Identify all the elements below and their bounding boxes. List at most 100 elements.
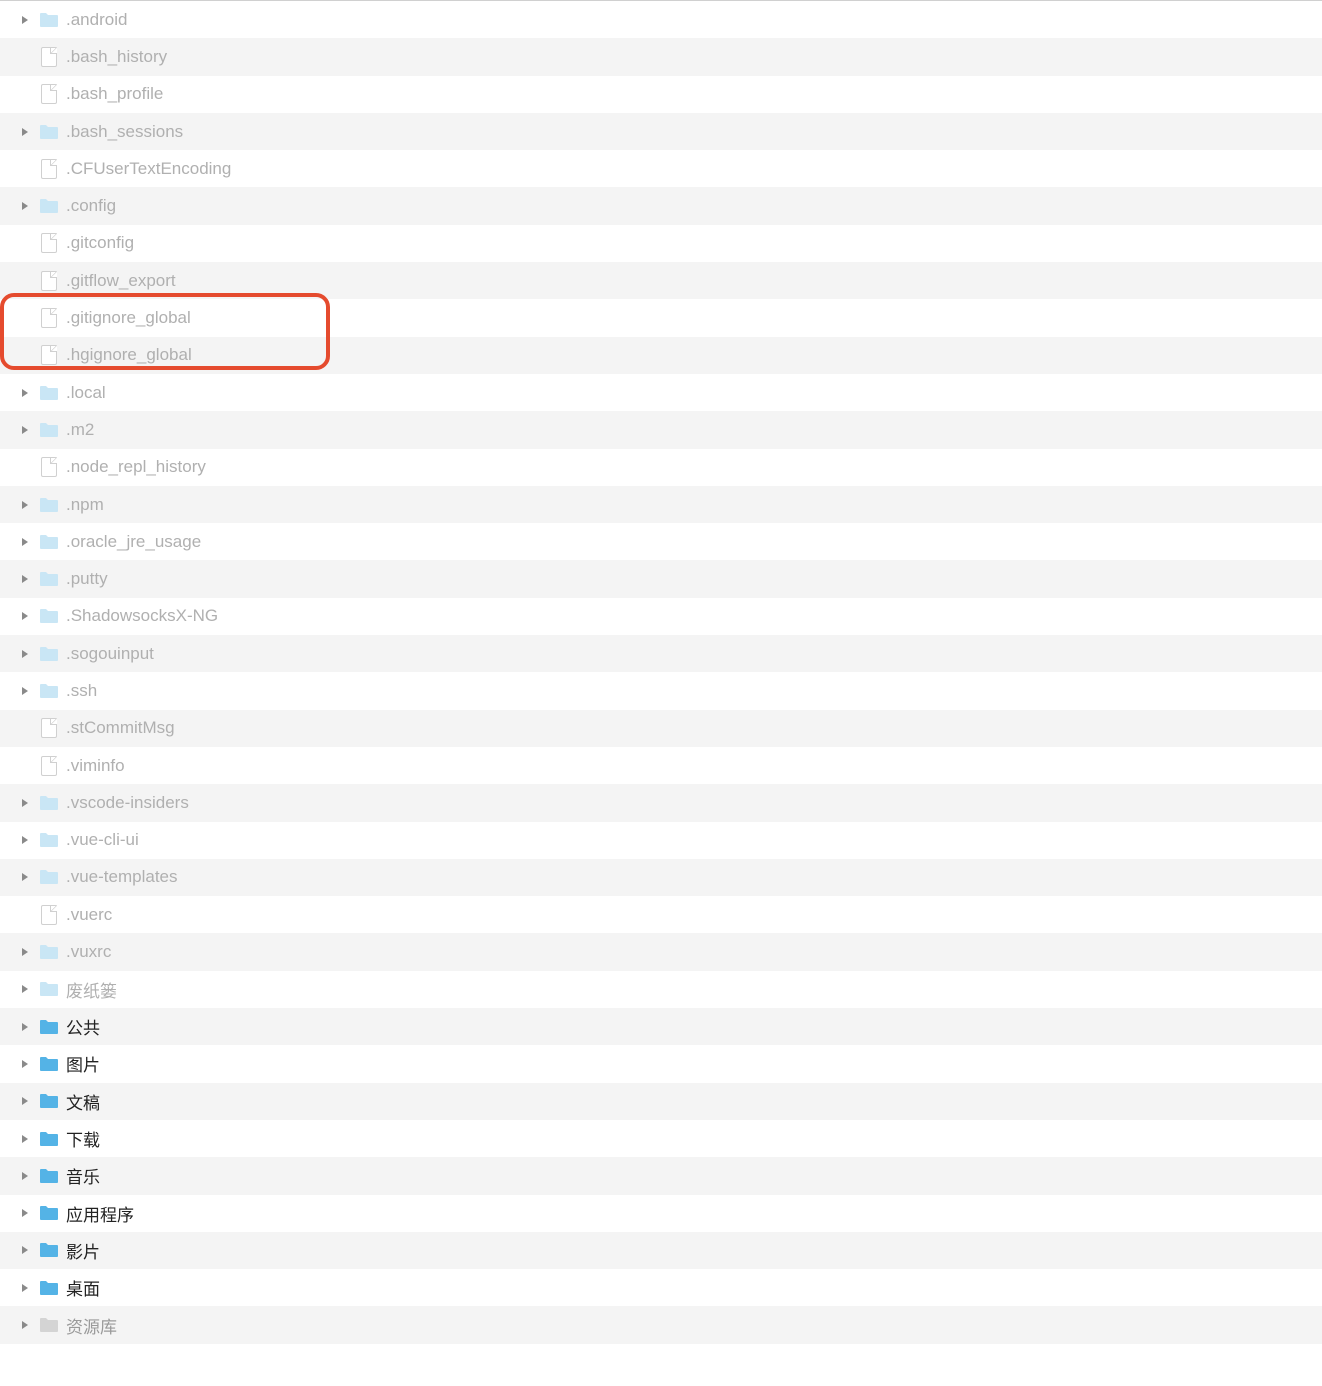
file-name-label: 音乐 [66, 1163, 100, 1188]
file-row[interactable]: .hgignore_global [0, 337, 1322, 374]
file-row[interactable]: 文稿 [0, 1083, 1322, 1120]
disclosure-triangle-icon[interactable] [18, 423, 31, 436]
file-name-label: .vuerc [66, 905, 112, 925]
folder-icon [38, 382, 60, 404]
file-row[interactable]: .putty [0, 560, 1322, 597]
file-row[interactable]: .local [0, 374, 1322, 411]
file-icon [38, 307, 60, 329]
file-name-label: 公共 [66, 1014, 100, 1039]
folder-icon [38, 1277, 60, 1299]
file-row[interactable]: .oracle_jre_usage [0, 523, 1322, 560]
disclosure-triangle-icon[interactable] [18, 125, 31, 138]
file-row[interactable]: .bash_history [0, 38, 1322, 75]
file-name-label: .config [66, 196, 116, 216]
file-row[interactable]: .node_repl_history [0, 449, 1322, 486]
file-icon [38, 904, 60, 926]
file-name-label: 文稿 [66, 1089, 100, 1114]
disclosure-triangle-icon[interactable] [18, 200, 31, 213]
file-row[interactable]: 图片 [0, 1045, 1322, 1082]
file-row[interactable]: .bash_sessions [0, 113, 1322, 150]
disclosure-triangle-icon[interactable] [18, 1244, 31, 1257]
disclosure-triangle-icon[interactable] [18, 1020, 31, 1033]
file-row[interactable]: .vue-templates [0, 859, 1322, 896]
file-icon [38, 83, 60, 105]
folder-icon [38, 419, 60, 441]
disclosure-triangle-icon[interactable] [18, 946, 31, 959]
file-row[interactable]: 影片 [0, 1232, 1322, 1269]
folder-icon [38, 1016, 60, 1038]
disclosure-triangle-icon[interactable] [18, 573, 31, 586]
disclosure-triangle-icon[interactable] [18, 13, 31, 26]
file-row[interactable]: .stCommitMsg [0, 710, 1322, 747]
folder-icon [38, 978, 60, 1000]
file-row[interactable]: 应用程序 [0, 1195, 1322, 1232]
file-row[interactable]: .vuxrc [0, 933, 1322, 970]
folder-icon [38, 1128, 60, 1150]
file-row[interactable]: 下载 [0, 1120, 1322, 1157]
finder-file-list: .android .bash_history.bash_profile.bash_… [0, 0, 1322, 1344]
disclosure-triangle-icon[interactable] [18, 1207, 31, 1220]
file-row[interactable]: .android [0, 1, 1322, 38]
file-row[interactable]: .bash_profile [0, 76, 1322, 113]
file-row[interactable]: 公共 [0, 1008, 1322, 1045]
disclosure-triangle-icon[interactable] [18, 1319, 31, 1332]
file-row[interactable]: .CFUserTextEncoding [0, 150, 1322, 187]
file-icon [38, 344, 60, 366]
disclosure-triangle-icon[interactable] [18, 684, 31, 697]
file-row[interactable]: 桌面 [0, 1269, 1322, 1306]
file-row[interactable]: .m2 [0, 411, 1322, 448]
file-name-label: 影片 [66, 1238, 100, 1263]
file-row[interactable]: .ssh [0, 672, 1322, 709]
disclosure-triangle-icon[interactable] [18, 1169, 31, 1182]
file-row[interactable]: .vuerc [0, 896, 1322, 933]
disclosure-triangle-icon[interactable] [18, 1095, 31, 1108]
file-icon [38, 232, 60, 254]
file-name-label: .ShadowsocksX-NG [66, 606, 218, 626]
file-name-label: 下载 [66, 1126, 100, 1151]
folder-icon [38, 605, 60, 627]
disclosure-triangle-icon[interactable] [18, 871, 31, 884]
file-name-label: .gitconfig [66, 233, 134, 253]
file-name-label: .viminfo [66, 756, 125, 776]
folder-icon [38, 1202, 60, 1224]
disclosure-triangle-icon[interactable] [18, 498, 31, 511]
file-name-label: .ssh [66, 681, 97, 701]
file-row[interactable]: .gitconfig [0, 225, 1322, 262]
folder-icon [38, 680, 60, 702]
file-row[interactable]: .viminfo [0, 747, 1322, 784]
file-row[interactable]: 资源库 [0, 1306, 1322, 1343]
file-name-label: .gitflow_export [66, 271, 176, 291]
file-row[interactable]: .sogouinput [0, 635, 1322, 672]
file-name-label: .vue-templates [66, 867, 178, 887]
folder-icon [38, 494, 60, 516]
disclosure-triangle-icon[interactable] [18, 796, 31, 809]
folder-icon [38, 121, 60, 143]
file-name-label: .android [66, 10, 127, 30]
disclosure-triangle-icon[interactable] [18, 535, 31, 548]
folder-icon [38, 568, 60, 590]
file-row[interactable]: .npm [0, 486, 1322, 523]
disclosure-triangle-icon[interactable] [18, 610, 31, 623]
folder-icon [38, 1090, 60, 1112]
file-row[interactable]: .ShadowsocksX-NG [0, 598, 1322, 635]
file-row[interactable]: 音乐 [0, 1157, 1322, 1194]
disclosure-triangle-icon[interactable] [18, 386, 31, 399]
disclosure-triangle-icon[interactable] [18, 647, 31, 660]
folder-icon [38, 643, 60, 665]
disclosure-triangle-icon[interactable] [18, 1057, 31, 1070]
file-row[interactable]: .vscode-insiders [0, 784, 1322, 821]
file-name-label: .oracle_jre_usage [66, 532, 201, 552]
disclosure-triangle-icon[interactable] [18, 834, 31, 847]
file-row[interactable]: .gitflow_export [0, 262, 1322, 299]
disclosure-triangle-icon[interactable] [18, 1281, 31, 1294]
file-icon [38, 717, 60, 739]
disclosure-triangle-icon[interactable] [18, 983, 31, 996]
file-row[interactable]: .gitignore_global [0, 299, 1322, 336]
folder-icon [38, 1053, 60, 1075]
folder-icon [38, 829, 60, 851]
folder-icon [38, 1314, 60, 1336]
file-row[interactable]: .config [0, 187, 1322, 224]
disclosure-triangle-icon[interactable] [18, 1132, 31, 1145]
file-row[interactable]: 废纸篓 [0, 971, 1322, 1008]
file-row[interactable]: .vue-cli-ui [0, 822, 1322, 859]
